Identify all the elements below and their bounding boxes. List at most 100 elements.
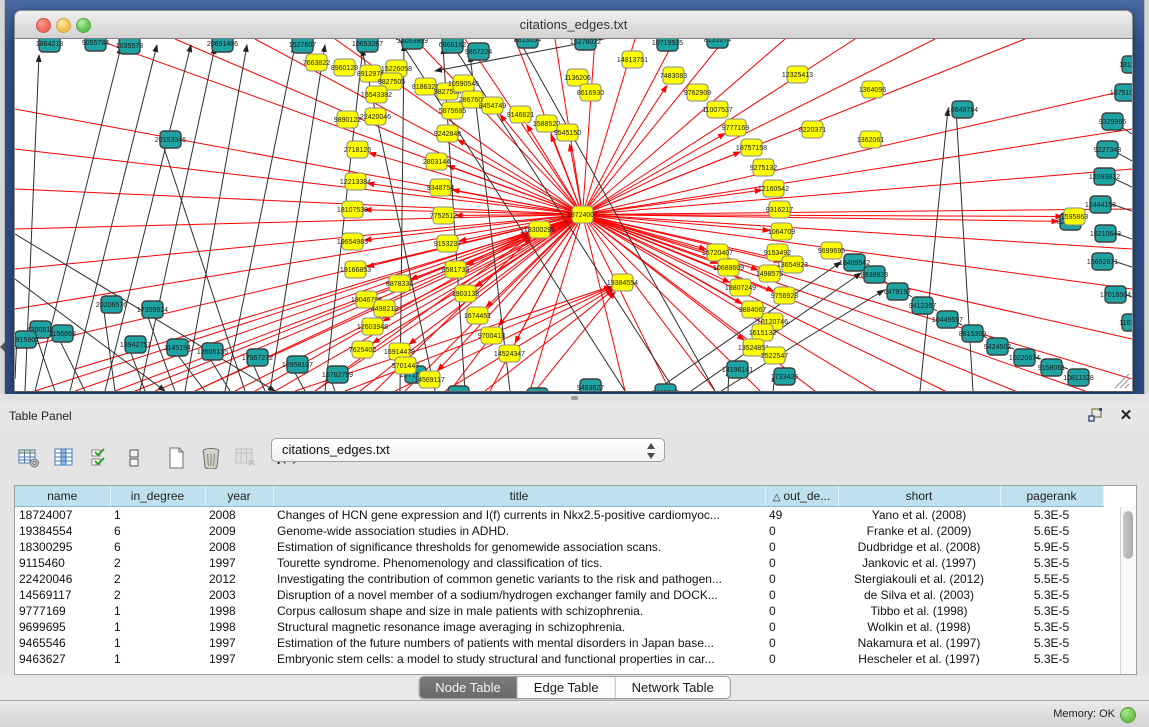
graph-node-label: 13942757 xyxy=(120,342,151,349)
graph-edge xyxy=(583,209,1133,215)
close-icon: ✕ xyxy=(1120,407,1133,424)
table-cell: 0 xyxy=(765,587,838,603)
table-row[interactable]: 946554611997Estimation of the future num… xyxy=(15,635,1103,651)
graph-node-17044503[interactable] xyxy=(448,386,469,391)
table-cell: 9465546 xyxy=(15,635,110,651)
graph-node-label: 1064709 xyxy=(768,229,795,236)
graph-node-9850387[interactable] xyxy=(527,388,548,391)
graph-node-label: 9348754 xyxy=(427,185,454,192)
graph-node-label: 9890122 xyxy=(334,117,361,124)
table-cell: 2008 xyxy=(205,539,273,555)
left-panel-edge xyxy=(0,0,5,394)
network-window-title: citations_edges.txt xyxy=(15,17,1132,32)
graph-edge xyxy=(15,149,583,215)
delete-table-button-disabled xyxy=(231,444,261,472)
table-cell: 0 xyxy=(765,523,838,539)
table-cell: 5.3E-5 xyxy=(1000,555,1103,571)
close-panel-button[interactable]: ✕ xyxy=(1117,407,1135,425)
table-cell: 0 xyxy=(765,603,838,619)
scrollbar-thumb[interactable] xyxy=(1123,511,1133,559)
table-cell: 0 xyxy=(765,539,838,555)
graph-node-label: 18807249 xyxy=(725,285,756,292)
column-header-name[interactable]: name xyxy=(15,486,110,507)
column-header-out_de[interactable]: △out_de... xyxy=(765,486,838,507)
graph-node-label: 9762909 xyxy=(684,90,711,97)
graph-node-label: 14569117 xyxy=(414,377,445,384)
graph-node-label: 19384554 xyxy=(607,280,638,287)
graph-node-label: 1864218 xyxy=(36,41,63,48)
table-row[interactable]: 1456911722003Disruption of a novel membe… xyxy=(15,587,1103,603)
graph-node-label: 9884067 xyxy=(739,307,766,314)
table-cell: 5.3E-5 xyxy=(1000,603,1103,619)
table-cell: 14569117 xyxy=(15,587,110,603)
trash-icon xyxy=(201,447,221,469)
graph-node-label: 1156868 xyxy=(49,331,76,338)
table-cell: Yano et al. (2008) xyxy=(838,507,1000,524)
graph-node-label: 1362061 xyxy=(857,137,884,144)
graph-node-label: 10958107 xyxy=(282,362,313,369)
graph-node-label: 11007537 xyxy=(702,107,733,114)
delete-column-button[interactable] xyxy=(196,444,226,472)
table-cell: 1 xyxy=(110,651,205,667)
graph-edge xyxy=(535,292,615,391)
table-cell: 9115460 xyxy=(15,555,110,571)
table-cell: Estimation of significance thresholds fo… xyxy=(273,539,765,555)
select-columns-button[interactable] xyxy=(49,444,79,472)
graph-edge xyxy=(583,215,1133,290)
new-column-button[interactable] xyxy=(161,444,191,472)
table-row[interactable]: 977716911998Corpus callosum shape and si… xyxy=(15,603,1103,619)
graph-node-label: 14524347 xyxy=(494,351,525,358)
table-row[interactable]: 911546021997Tourette syndrome. Phenomeno… xyxy=(15,555,1103,571)
graph-node-label: 16053809 xyxy=(397,39,428,45)
table-scrollbar[interactable] xyxy=(1120,507,1136,674)
graph-node-label: 9700413 xyxy=(478,333,505,340)
tab-edge-table[interactable]: Edge Table xyxy=(518,677,616,698)
graph-node-label: 16914479 xyxy=(384,349,415,356)
attribute-table: namein_degreeyeartitle△out_de...shortpag… xyxy=(14,485,1137,675)
tab-network-table[interactable]: Network Table xyxy=(616,677,730,698)
panel-collapse-handle[interactable] xyxy=(0,342,5,352)
table-cell: 5.3E-5 xyxy=(1000,635,1103,651)
graph-node-label: 19166853 xyxy=(340,267,371,274)
table-selector-dropdown[interactable]: citations_edges.txt xyxy=(271,438,665,462)
network-canvas[interactable]: 1864218905578410355782069140615276071065… xyxy=(15,39,1132,391)
table-cell: 2009 xyxy=(205,523,273,539)
table-cell: 6 xyxy=(110,539,205,555)
network-window-titlebar[interactable]: citations_edges.txt xyxy=(14,10,1133,39)
graph-node-label: 9146821 xyxy=(507,112,534,119)
table-cell: 1 xyxy=(110,635,205,651)
table-row[interactable]: 1938455462009Genome-wide association stu… xyxy=(15,523,1103,539)
table-row[interactable]: 1872400712008Changes of HCN gene express… xyxy=(15,507,1103,524)
column-header-title[interactable]: title xyxy=(273,486,765,507)
graph-node-label: 17016504 xyxy=(1100,292,1131,299)
table-cell: Dudbridge et al. (2008) xyxy=(838,539,1000,555)
table-cell: Stergiakouli et al. (2012) xyxy=(838,571,1000,587)
column-header-short[interactable]: short xyxy=(838,486,1000,507)
table-row[interactable]: 1830029562008Estimation of significance … xyxy=(15,539,1103,555)
graph-edge xyxy=(225,46,295,391)
column-header-year[interactable]: year xyxy=(205,486,273,507)
divider-grip[interactable] xyxy=(571,396,578,400)
table-cell: 2008 xyxy=(205,507,273,524)
float-panel-button[interactable] xyxy=(1087,407,1105,425)
graph-node-label: 8131074 xyxy=(704,39,731,44)
tab-node-table[interactable]: Node Table xyxy=(419,677,518,698)
graph-node-label: 12213384 xyxy=(340,179,371,186)
graph-node-label: 2718126 xyxy=(344,147,371,154)
graph-node-label: 18107538 xyxy=(337,207,368,214)
graph-node-label: 16782759 xyxy=(322,372,353,379)
table-row[interactable]: 2242004622012Investigating the contribut… xyxy=(15,571,1103,587)
table-cell: Structural magnetic resonance image aver… xyxy=(273,619,765,635)
column-header-in_degree[interactable]: in_degree xyxy=(110,486,205,507)
column-checklist-button[interactable] xyxy=(84,444,114,472)
graph-node-label: 10449557 xyxy=(932,317,963,324)
table-row[interactable]: 946362711997Embryonic stem cells: a mode… xyxy=(15,651,1103,667)
table-row[interactable]: 969969511998Structural magnetic resonanc… xyxy=(15,619,1103,635)
column-header-pagerank[interactable]: pagerank xyxy=(1000,486,1103,507)
graph-node-label: 9158061 xyxy=(1038,365,1065,372)
row-chooser-button[interactable] xyxy=(119,444,149,472)
graph-edge xyxy=(583,39,596,215)
table-cell: 2 xyxy=(110,555,205,571)
graph-node-label: 8616930 xyxy=(577,90,604,97)
table-settings-button[interactable] xyxy=(14,444,44,472)
